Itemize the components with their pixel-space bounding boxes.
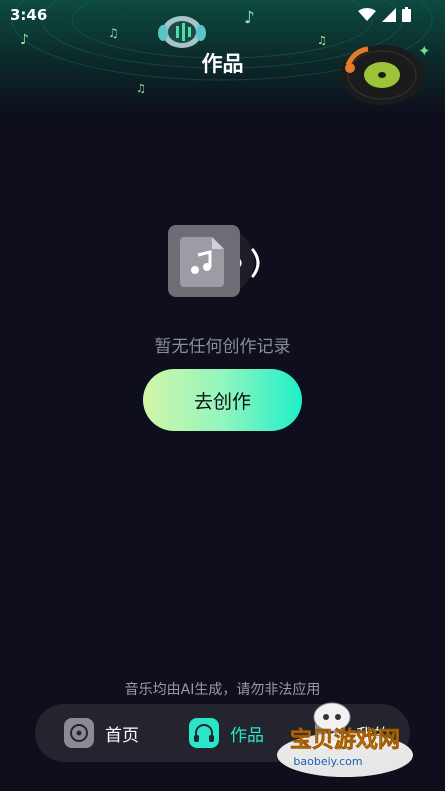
music-disc-icon xyxy=(64,718,94,748)
tab-home-label: 首页 xyxy=(105,725,139,746)
battery-icon xyxy=(402,7,411,22)
signal-icon xyxy=(382,7,396,22)
status-time: 3:46 xyxy=(10,6,48,24)
status-icons xyxy=(358,7,411,22)
watermark-url: baobeiy.com xyxy=(293,755,362,768)
tab-home[interactable]: 首页 xyxy=(64,704,139,762)
watermark-logo: 宝贝游戏网 baobeiy.com xyxy=(277,702,413,777)
audio-file-icon xyxy=(168,225,260,297)
music-note-icon: ♫ xyxy=(317,34,327,47)
tab-works-label: 作品 xyxy=(230,725,264,746)
page-title: 作品 xyxy=(201,52,244,76)
music-note-icon: ♫ xyxy=(136,82,146,95)
watermark-brand: 宝贝游戏网 xyxy=(290,727,400,753)
wifi-icon xyxy=(358,7,376,21)
create-button[interactable]: 去创作 xyxy=(143,369,302,431)
status-bar: 3:46 xyxy=(0,0,445,30)
tab-works[interactable]: 作品 xyxy=(189,704,264,762)
empty-state-message: 暂无任何创作记录 xyxy=(154,337,291,357)
music-note-icon: ♪ xyxy=(20,32,29,48)
headphones-icon xyxy=(189,718,219,748)
